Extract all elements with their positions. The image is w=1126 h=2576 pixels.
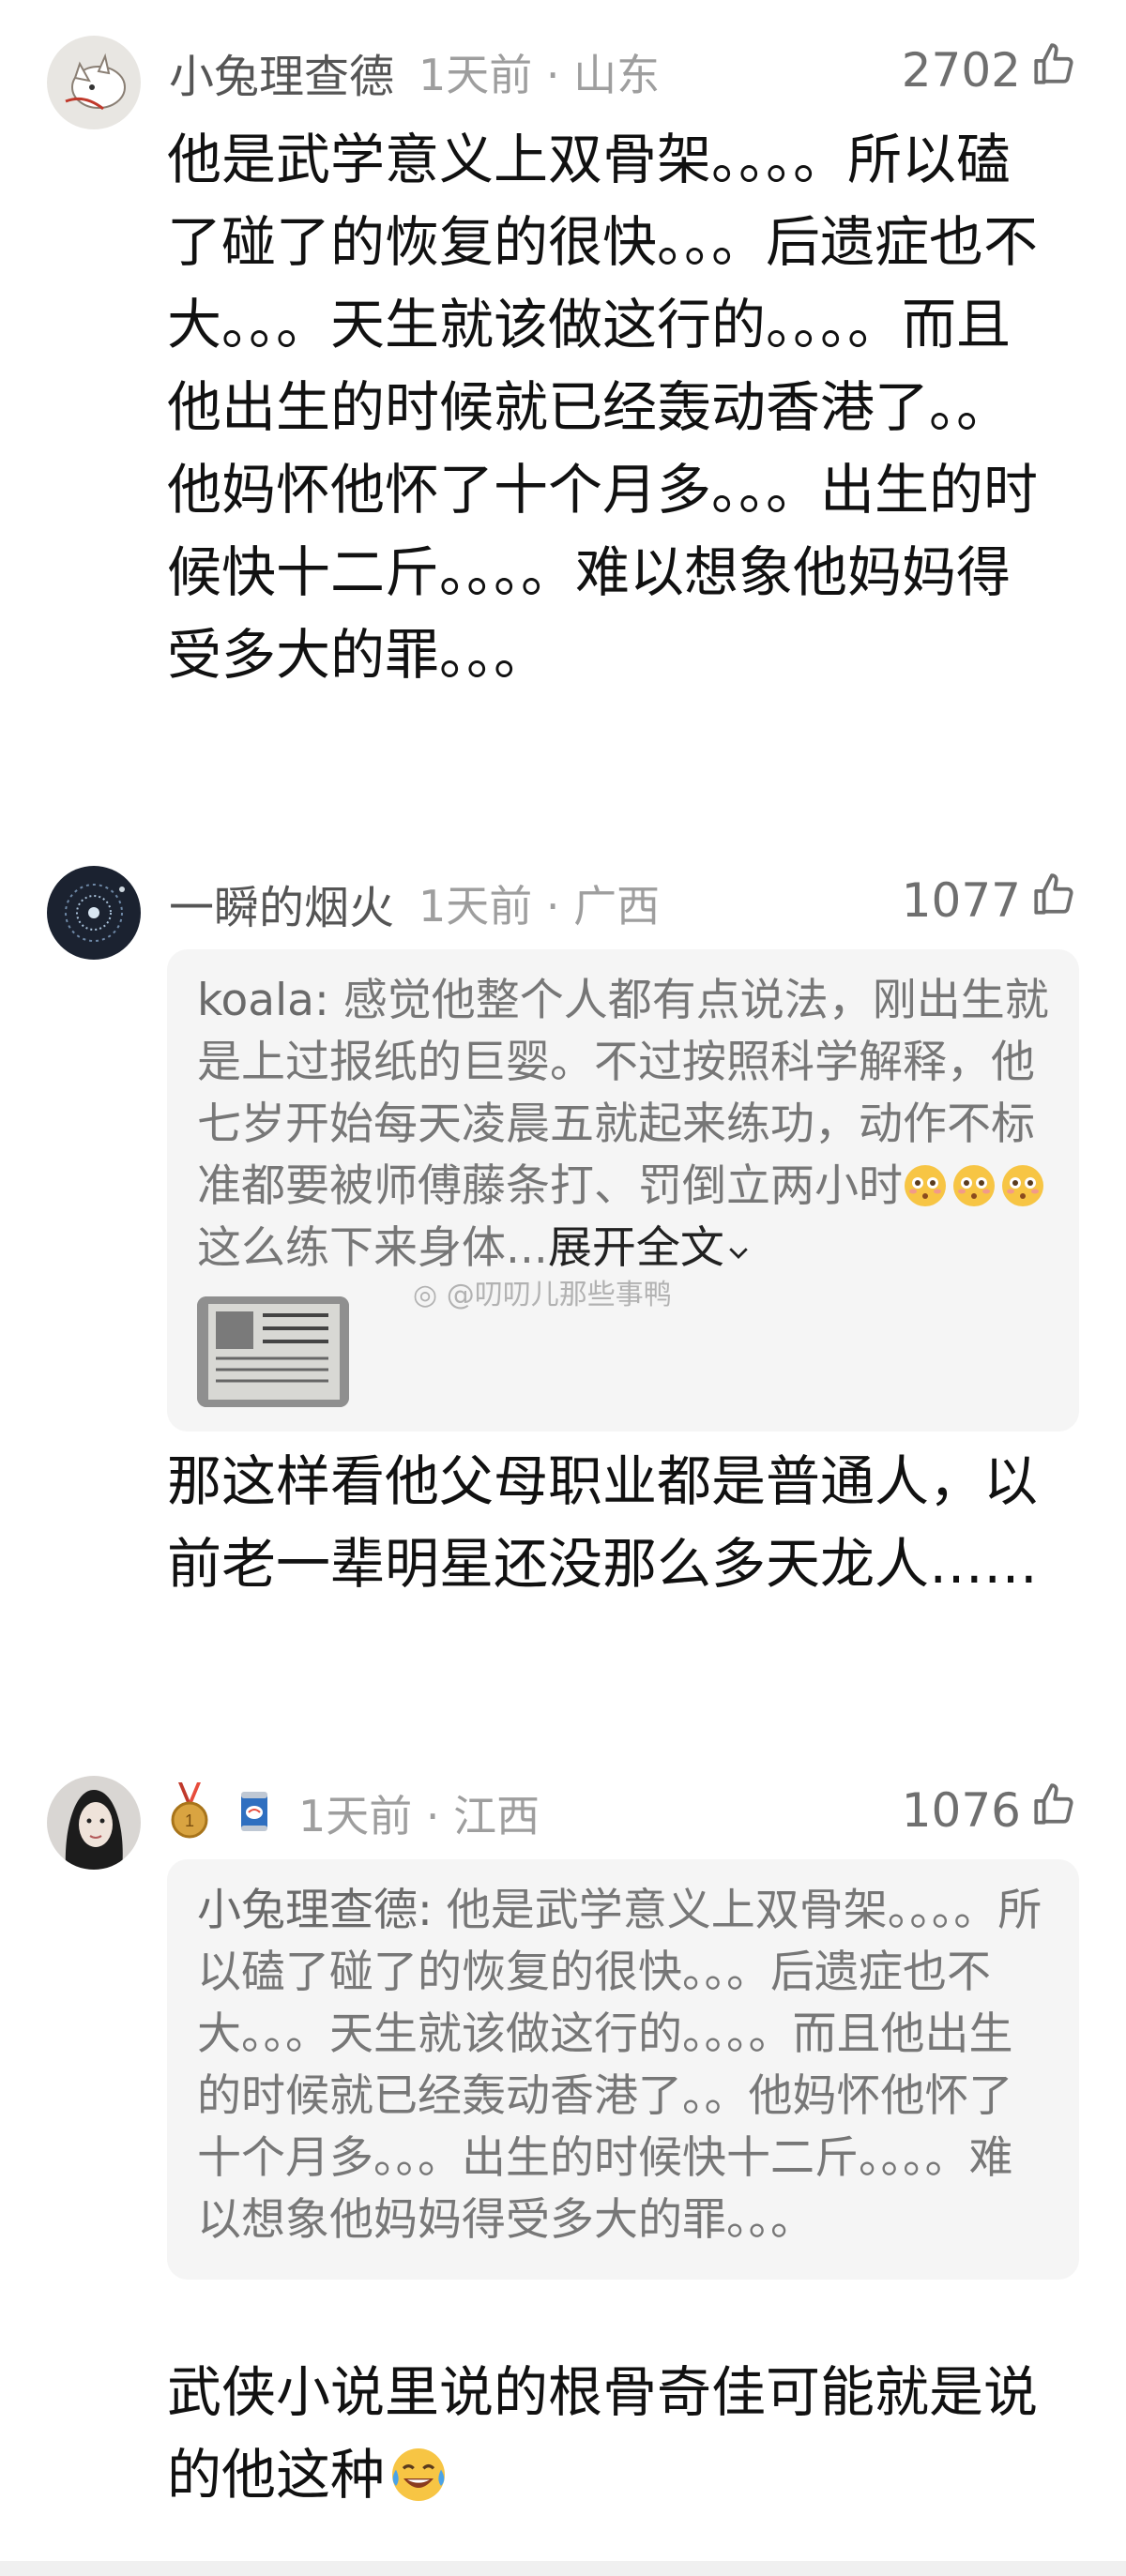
- medal-icon: 1: [169, 1782, 210, 1844]
- comment-text-content: 武侠小说里说的根骨奇佳可能就是说的他这种: [167, 2360, 1039, 2507]
- time-location: 1天前 · 江西: [298, 1791, 540, 1841]
- comment-text: 那这样看他父母职业都是普通人，以前老一辈明星还没那么多天龙人……: [167, 1449, 1039, 1596]
- comment-meta: 一瞬的烟火 1天前 · 广西: [169, 871, 660, 936]
- avatar[interactable]: [47, 36, 141, 129]
- avatar[interactable]: [47, 866, 141, 960]
- time-location: 1天前 · 山东: [418, 50, 661, 100]
- time-location: 1天前 · 广西: [418, 881, 661, 932]
- quoted-text: 他是武学意义上双骨架。。。。所以磕了碰了的恢复的很快。。。后遗症也不大。。。天生…: [197, 1885, 1042, 2246]
- like-button[interactable]: 1076: [902, 1778, 1077, 1843]
- thumbs-up-icon: [1021, 871, 1077, 930]
- flushed-face-icon: [1000, 1163, 1045, 1208]
- flushed-face-icon: [951, 1163, 997, 1208]
- tears-of-joy-icon: [388, 2445, 449, 2505]
- expand-label: 展开全文: [547, 1222, 724, 1274]
- comment-meta: 小兔理查德 1天前 · 山东: [169, 39, 660, 105]
- like-count: 2702: [901, 43, 1021, 98]
- soda-can-icon: [238, 1788, 270, 1839]
- quoted-image-thumbnail[interactable]: [197, 1296, 349, 1407]
- thumbs-up-icon: [1021, 1781, 1077, 1840]
- bottom-divider: [0, 2561, 1126, 2576]
- quoted-reply-text: 小兔理查德: 他是武学意义上双骨架。。。。所以磕了碰了的恢复的很快。。。后遗症也…: [197, 1880, 1049, 2251]
- quoted-reply[interactable]: 小兔理查德: 他是武学意义上双骨架。。。。所以磕了碰了的恢复的很快。。。后遗症也…: [167, 1859, 1079, 2280]
- quoted-reply-text: koala: 感觉他整个人都有点说法，刚出生就是上过报纸的巨婴。不过按照科学解释…: [197, 970, 1049, 1280]
- quoted-username[interactable]: 小兔理查德:: [197, 1885, 433, 1936]
- watermark: ◎ @叨叨儿那些事鸭: [413, 1271, 672, 1312]
- like-count: 1077: [901, 873, 1021, 928]
- quoted-username[interactable]: koala:: [197, 975, 329, 1026]
- flushed-face-icon: [903, 1163, 948, 1208]
- weibo-icon: ◎: [413, 1279, 438, 1311]
- quoted-reply[interactable]: koala: 感觉他整个人都有点说法，刚出生就是上过报纸的巨婴。不过按照科学解释…: [167, 949, 1079, 1432]
- username[interactable]: 小兔理查德: [169, 39, 394, 105]
- like-count: 1076: [901, 1783, 1021, 1838]
- like-button[interactable]: 1077: [902, 868, 1077, 933]
- avatar[interactable]: [47, 1776, 141, 1870]
- comment-text: 他是武学意义上双骨架。。。。所以磕了碰了的恢复的很快。。。后遗症也不大。。。天生…: [167, 128, 1039, 687]
- comment-text: 武侠小说里说的根骨奇佳可能就是说的他这种: [167, 2351, 1040, 2516]
- expand-full-text-link[interactable]: 展开全文: [548, 1222, 753, 1274]
- watermark-text: @叨叨儿那些事鸭: [446, 1279, 672, 1311]
- svg-text:1: 1: [185, 1811, 194, 1830]
- thumbs-up-icon: [1021, 41, 1077, 99]
- quoted-text-part-2: 这么练下来身体...: [197, 1222, 548, 1274]
- chevron-down-icon: [724, 1222, 753, 1274]
- comment-meta: 1 1天前 · 江西: [169, 1780, 540, 1846]
- like-button[interactable]: 2702: [902, 38, 1077, 103]
- username[interactable]: 一瞬的烟火: [169, 871, 394, 936]
